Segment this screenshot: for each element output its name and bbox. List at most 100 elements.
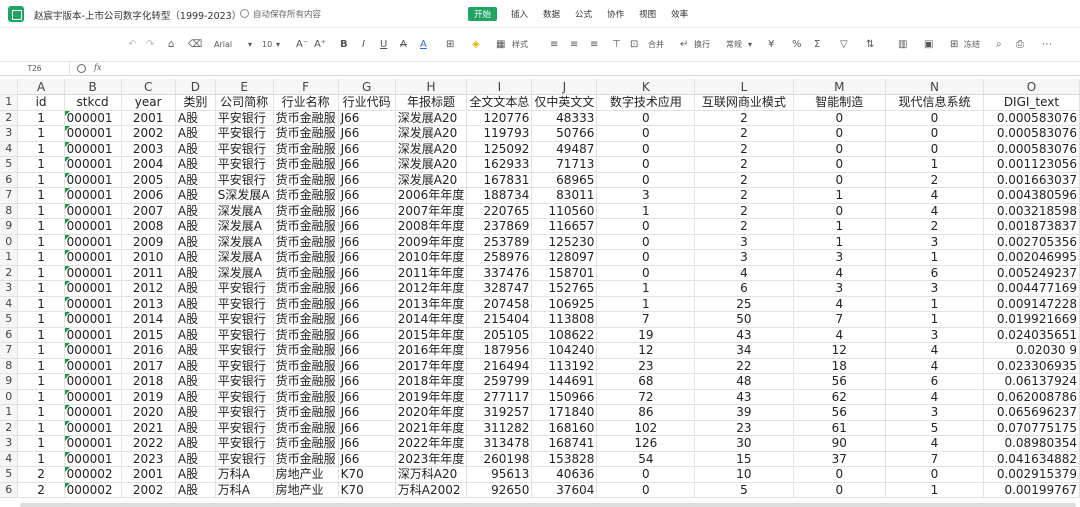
table-cell[interactable]: 深万科A20 — [395, 466, 468, 483]
table-cell[interactable]: 货币金融服 — [273, 125, 339, 142]
table-cell[interactable]: 116657 — [531, 218, 598, 235]
table-cell[interactable]: 6 — [694, 280, 794, 297]
table-cell[interactable]: 2005 — [121, 172, 176, 188]
table-cell[interactable]: 144691 — [531, 373, 598, 390]
table-cell[interactable]: A股 — [175, 234, 216, 250]
table-cell[interactable]: 95613 — [466, 466, 533, 483]
table-cell[interactable]: 1 — [885, 311, 984, 328]
table-cell[interactable]: 168160 — [531, 420, 598, 436]
table-cell[interactable]: 万科A — [215, 466, 274, 483]
table-cell[interactable]: 2017年年度 — [395, 358, 468, 374]
table-cell[interactable]: 18 — [793, 358, 886, 374]
table-cell[interactable]: 0.000583076 — [983, 125, 1080, 142]
table-cell[interactable]: 000001 — [64, 249, 122, 266]
table-cell[interactable]: 253789 — [466, 234, 533, 250]
table-cell[interactable]: 22 — [694, 358, 794, 374]
image-icon[interactable]: ▣ — [924, 39, 933, 51]
table-cell[interactable]: J66 — [338, 296, 396, 312]
table-cell[interactable]: 1 — [17, 327, 65, 343]
row-header[interactable]: 2 — [0, 265, 19, 281]
table-cell[interactable]: 12 — [596, 342, 696, 359]
table-cell[interactable]: 000001 — [64, 203, 122, 219]
table-cell[interactable]: 2 — [17, 466, 65, 483]
table-cell[interactable]: 3 — [885, 280, 984, 297]
table-cell[interactable]: 2014年年度 — [395, 311, 468, 328]
table-cell[interactable]: 货币金融服 — [273, 420, 339, 436]
table-cell[interactable]: 1 — [17, 342, 65, 359]
table-cell[interactable]: 货币金融服 — [273, 110, 339, 126]
table-cell[interactable]: 102 — [596, 420, 696, 436]
table-cell[interactable]: 平安银行 — [215, 420, 274, 436]
table-cell[interactable]: 1 — [17, 280, 65, 297]
table-cell[interactable]: A股 — [175, 110, 216, 126]
menu-item-home[interactable]: 开始 — [468, 7, 498, 21]
table-cell[interactable]: 货币金融服 — [273, 327, 339, 343]
header-cell[interactable]: 互联网商业模式 — [694, 94, 794, 111]
table-cell[interactable]: A股 — [175, 296, 216, 312]
cell-reference-box[interactable]: T26 — [0, 62, 70, 76]
table-cell[interactable]: 货币金融服 — [273, 373, 339, 390]
table-cell[interactable]: 4 — [793, 327, 886, 343]
table-cell[interactable]: 19 — [596, 327, 696, 343]
table-cell[interactable]: 0.062008786 — [983, 389, 1080, 405]
table-cell[interactable]: 237869 — [466, 218, 533, 235]
table-cell[interactable]: 000001 — [64, 296, 122, 312]
row-header[interactable]: 0 — [0, 234, 19, 250]
table-cell[interactable]: 0 — [885, 466, 984, 483]
header-cell[interactable]: id — [17, 94, 65, 111]
table-cell[interactable]: 房地产业 — [273, 482, 339, 498]
table-cell[interactable]: 1 — [17, 389, 65, 405]
table-cell[interactable]: 2 — [885, 172, 984, 188]
table-cell[interactable]: 0.005249237 — [983, 265, 1080, 281]
table-cell[interactable]: 0 — [596, 466, 696, 483]
currency-icon[interactable]: ¥ — [768, 39, 774, 51]
table-cell[interactable]: A股 — [175, 389, 216, 405]
table-cell[interactable]: 4 — [885, 342, 984, 359]
table-cell[interactable]: 2023年年度 — [395, 451, 468, 467]
table-cell[interactable]: 37 — [793, 451, 886, 467]
table-cell[interactable]: 171840 — [531, 404, 598, 421]
table-cell[interactable]: 0.004380596 — [983, 187, 1080, 204]
table-cell[interactable]: K70 — [338, 466, 396, 483]
column-header-c[interactable]: C — [121, 79, 176, 95]
table-cell[interactable]: 0.000583076 — [983, 110, 1080, 126]
table-cell[interactable]: 40636 — [531, 466, 598, 483]
table-cell[interactable]: 1 — [17, 404, 65, 421]
table-cell[interactable]: A股 — [175, 172, 216, 188]
freeze-icon[interactable]: ⊞ — [950, 39, 958, 51]
font-name-select[interactable]: Arial — [214, 40, 232, 50]
table-cell[interactable]: 188734 — [466, 187, 533, 204]
table-cell[interactable]: 0 — [793, 110, 886, 126]
table-cell[interactable]: 6 — [885, 265, 984, 281]
table-cell[interactable]: 2010 — [121, 249, 176, 266]
table-cell[interactable]: J66 — [338, 280, 396, 297]
table-cell[interactable]: 12 — [793, 342, 886, 359]
table-cell[interactable]: 货币金融服 — [273, 280, 339, 297]
table-cell[interactable]: 0.019921669 — [983, 311, 1080, 328]
table-cell[interactable]: 2011 — [121, 265, 176, 281]
column-header-d[interactable]: D — [175, 79, 216, 95]
fill-color-icon[interactable]: ◈ — [472, 39, 480, 51]
table-cell[interactable]: 平安银行 — [215, 404, 274, 421]
header-cell[interactable]: 全文文本总 — [466, 94, 533, 111]
table-cell[interactable]: 0 — [596, 172, 696, 188]
table-cell[interactable]: 313478 — [466, 435, 533, 452]
table-cell[interactable]: 1 — [17, 125, 65, 142]
table-cell[interactable]: 2 — [17, 482, 65, 498]
row-header[interactable]: 1 — [0, 94, 19, 111]
table-cell[interactable]: 150966 — [531, 389, 598, 405]
row-header[interactable]: 6 — [0, 327, 19, 343]
table-cell[interactable]: 货币金融服 — [273, 234, 339, 250]
table-cell[interactable]: 000001 — [64, 342, 122, 359]
table-cell[interactable]: 0.065696237 — [983, 404, 1080, 421]
row-header[interactable]: 2 — [0, 110, 19, 126]
table-cell[interactable]: 2008年年度 — [395, 218, 468, 235]
table-cell[interactable]: 2015 — [121, 327, 176, 343]
table-cell[interactable]: 92650 — [466, 482, 533, 498]
table-cell[interactable]: 48333 — [531, 110, 598, 126]
chart-icon[interactable]: ▥ — [898, 39, 907, 51]
column-header-j[interactable]: J — [531, 79, 598, 95]
column-header-e[interactable]: E — [215, 79, 274, 95]
table-cell[interactable]: 167831 — [466, 172, 533, 188]
table-cell[interactable]: 2003 — [121, 141, 176, 157]
